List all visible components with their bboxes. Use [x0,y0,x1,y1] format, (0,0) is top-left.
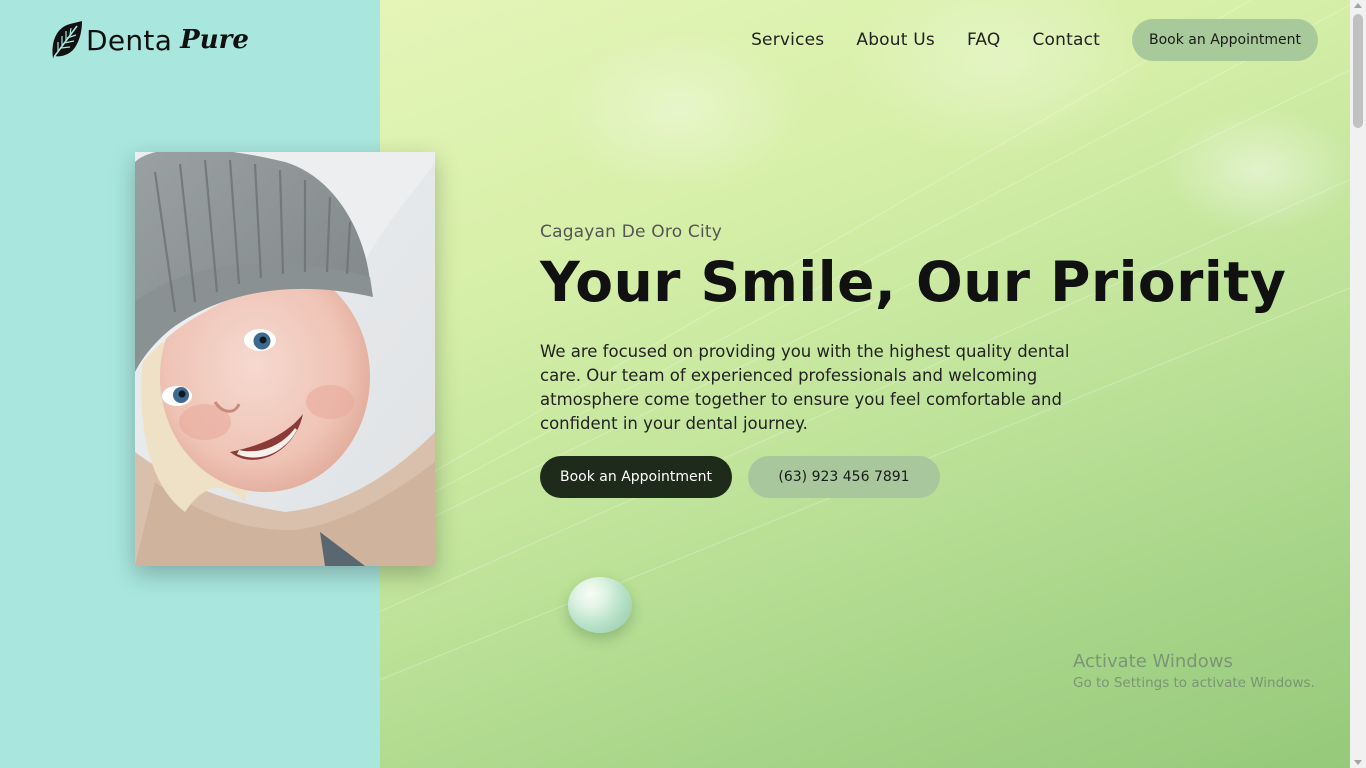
nav-link-faq[interactable]: FAQ [967,30,1001,50]
nav-link-services[interactable]: Services [751,30,824,50]
hero-content: Cagayan De Oro City Your Smile, Our Prio… [540,222,1287,498]
book-appointment-button[interactable]: Book an Appointment [540,456,732,498]
activate-windows-watermark: Activate Windows Go to Settings to activ… [1073,651,1315,691]
brand-logo[interactable]: Denta Pure [49,20,249,60]
scroll-down-arrow-icon[interactable] [1354,760,1362,765]
nav-link-contact[interactable]: Contact [1032,30,1100,50]
page: Denta Pure Services About Us FAQ Contact… [0,0,1366,768]
watermark-title: Activate Windows [1073,651,1233,672]
nav-book-appointment-button[interactable]: Book an Appointment [1132,19,1318,61]
hero-description: We are focused on providing you with the… [540,342,1070,433]
hero-headline: Your Smile, Our Priority [540,250,1287,314]
smiling-child-photo [135,152,435,566]
scrollbar-thumb[interactable] [1353,14,1363,128]
scroll-up-arrow-icon[interactable] [1354,3,1362,8]
nav-link-about-us[interactable]: About Us [856,30,935,50]
location-label: Cagayan De Oro City [540,222,723,242]
water-droplet [568,577,632,633]
brand-name-part1: Denta [86,23,173,57]
brand-name-part2: Pure [180,25,249,55]
phone-button[interactable]: (63) 923 456 7891 [748,456,940,498]
page-scrollbar[interactable] [1350,0,1366,768]
watermark-subtitle: Go to Settings to activate Windows. [1073,675,1315,691]
hero-photo [135,152,435,566]
leaf-icon [52,21,82,58]
hero-actions: Book an Appointment (63) 923 456 7891 [540,456,1260,498]
main-nav: Services About Us FAQ Contact Book an Ap… [751,19,1318,61]
